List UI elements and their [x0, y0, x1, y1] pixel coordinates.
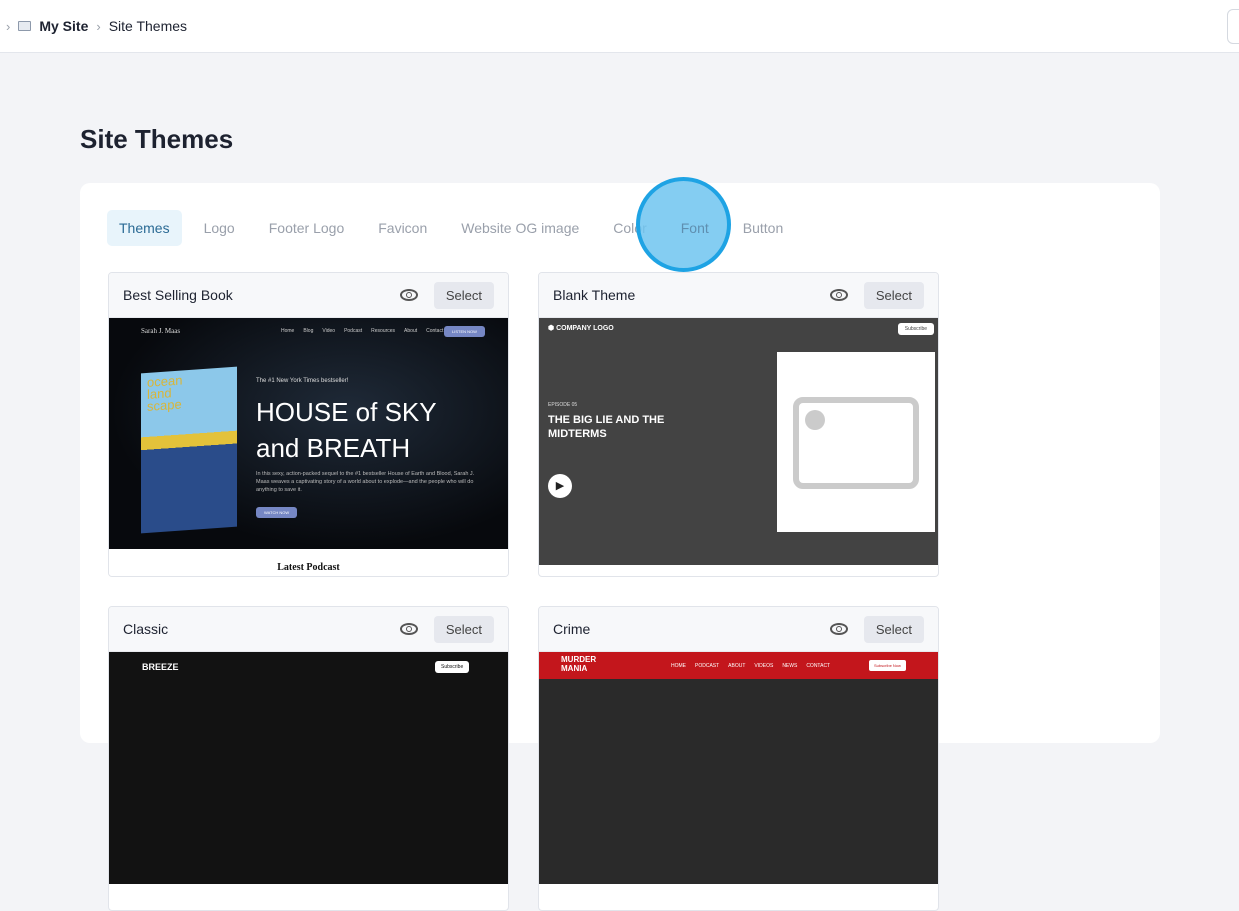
tab-font[interactable]: Font: [669, 210, 721, 246]
preview-section: Latest Podcast: [277, 562, 340, 573]
theme-card-blank-theme: Blank Theme Select ⬢ COMPANY LOGO Subscr…: [538, 272, 939, 577]
theme-preview[interactable]: MURDER MANIA HOME PODCAST ABOUT VIDEOS N…: [539, 652, 938, 884]
chevron-right-icon: ›: [96, 18, 101, 34]
breadcrumb-my-site[interactable]: My Site: [39, 18, 88, 34]
preview-nav-item: Resources: [371, 328, 396, 334]
preview-nav-item: VIDEOS: [754, 663, 774, 669]
preview-headline: THE BIG LIE AND THE MIDTERMS: [548, 414, 665, 440]
theme-preview[interactable]: Sarah J. Maas Home Blog Video Podcast Re…: [109, 318, 508, 576]
select-button[interactable]: Select: [433, 281, 494, 309]
preview-brand: ⬢ COMPANY LOGO: [548, 325, 614, 332]
preview-brand: Sarah J. Maas: [141, 327, 181, 335]
tab-website-og-image[interactable]: Website OG image: [449, 210, 591, 246]
tab-favicon[interactable]: Favicon: [366, 210, 439, 246]
theme-card-classic: Classic Select BREEZE Subscribe: [108, 606, 509, 911]
preview-nav-item: ABOUT: [728, 663, 746, 669]
preview-eye-icon[interactable]: [399, 289, 418, 301]
top-right-button[interactable]: [1227, 9, 1239, 44]
theme-card-crime: Crime Select MURDER MANIA HOME PODCAST A…: [538, 606, 939, 911]
preview-kicker: EPISODE 05: [548, 402, 578, 408]
preview-nav-item: NEWS: [782, 663, 798, 669]
chevron-right-icon: ›: [6, 18, 11, 34]
preview-button: WATCH NOW: [256, 507, 298, 518]
tab-button[interactable]: Button: [731, 210, 795, 246]
preview-nav-item: Contact: [426, 328, 444, 334]
preview-body: In this sexy, action-packed sequel to th…: [256, 471, 475, 493]
book-cover: ocean land scape: [141, 366, 237, 534]
preview-nav-item: About: [404, 328, 418, 334]
breadcrumb-site-themes: Site Themes: [108, 18, 188, 34]
preview-eye-icon[interactable]: [399, 623, 418, 635]
preview-eye-icon[interactable]: [829, 289, 848, 301]
preview-nav-item: HOME: [671, 663, 686, 669]
select-button[interactable]: Select: [863, 615, 924, 643]
page-title: Site Themes: [80, 124, 234, 154]
theme-name: Classic: [123, 621, 169, 637]
theme-preview[interactable]: ⬢ COMPANY LOGO Subscribe EPISODE 05 THE …: [539, 318, 938, 565]
preview-nav-item: Home: [281, 328, 295, 334]
breadcrumb: › My Site › Site Themes: [6, 18, 187, 34]
preview-nav-item: CONTACT: [806, 663, 831, 669]
preview-subscribe: Subscribe Now: [869, 660, 906, 671]
play-icon: ▶: [548, 474, 572, 498]
preview-subscribe: Subscribe: [897, 323, 934, 335]
tab-color[interactable]: Color: [601, 210, 658, 246]
tab-themes[interactable]: Themes: [107, 210, 182, 246]
preview-nav-item: Blog: [303, 328, 314, 334]
tab-bar: Themes Logo Footer Logo Favicon Website …: [107, 210, 805, 246]
preview-subscribe: Subscribe: [435, 661, 470, 673]
theme-name: Crime: [553, 621, 591, 637]
theme-name: Best Selling Book: [123, 287, 233, 303]
preview-headline: HOUSE of SKY and BREATH: [256, 397, 437, 463]
tab-footer-logo[interactable]: Footer Logo: [257, 210, 357, 246]
theme-name: Blank Theme: [553, 287, 636, 303]
preview-eye-icon[interactable]: [829, 623, 848, 635]
theme-card-best-selling-book: Best Selling Book Select Sarah J. Maas H…: [108, 272, 509, 577]
preview-nav-item: PODCAST: [695, 663, 720, 669]
theme-preview[interactable]: BREEZE Subscribe: [109, 652, 508, 884]
preview-nav-item: Video: [322, 328, 336, 334]
site-icon: [18, 21, 32, 31]
tab-logo[interactable]: Logo: [192, 210, 247, 246]
select-button[interactable]: Select: [433, 615, 494, 643]
top-bar: › My Site › Site Themes: [0, 0, 1239, 53]
preview-brand: MURDER MANIA: [561, 655, 597, 673]
image-placeholder: [777, 352, 935, 532]
select-button[interactable]: Select: [863, 281, 924, 309]
preview-kicker: The #1 New York Times bestseller!: [256, 378, 349, 384]
preview-brand: BREEZE: [142, 662, 179, 672]
preview-nav-item: Podcast: [344, 328, 363, 334]
preview-cta: LISTEN NOW: [444, 326, 485, 337]
image-sun-icon: [805, 410, 825, 430]
